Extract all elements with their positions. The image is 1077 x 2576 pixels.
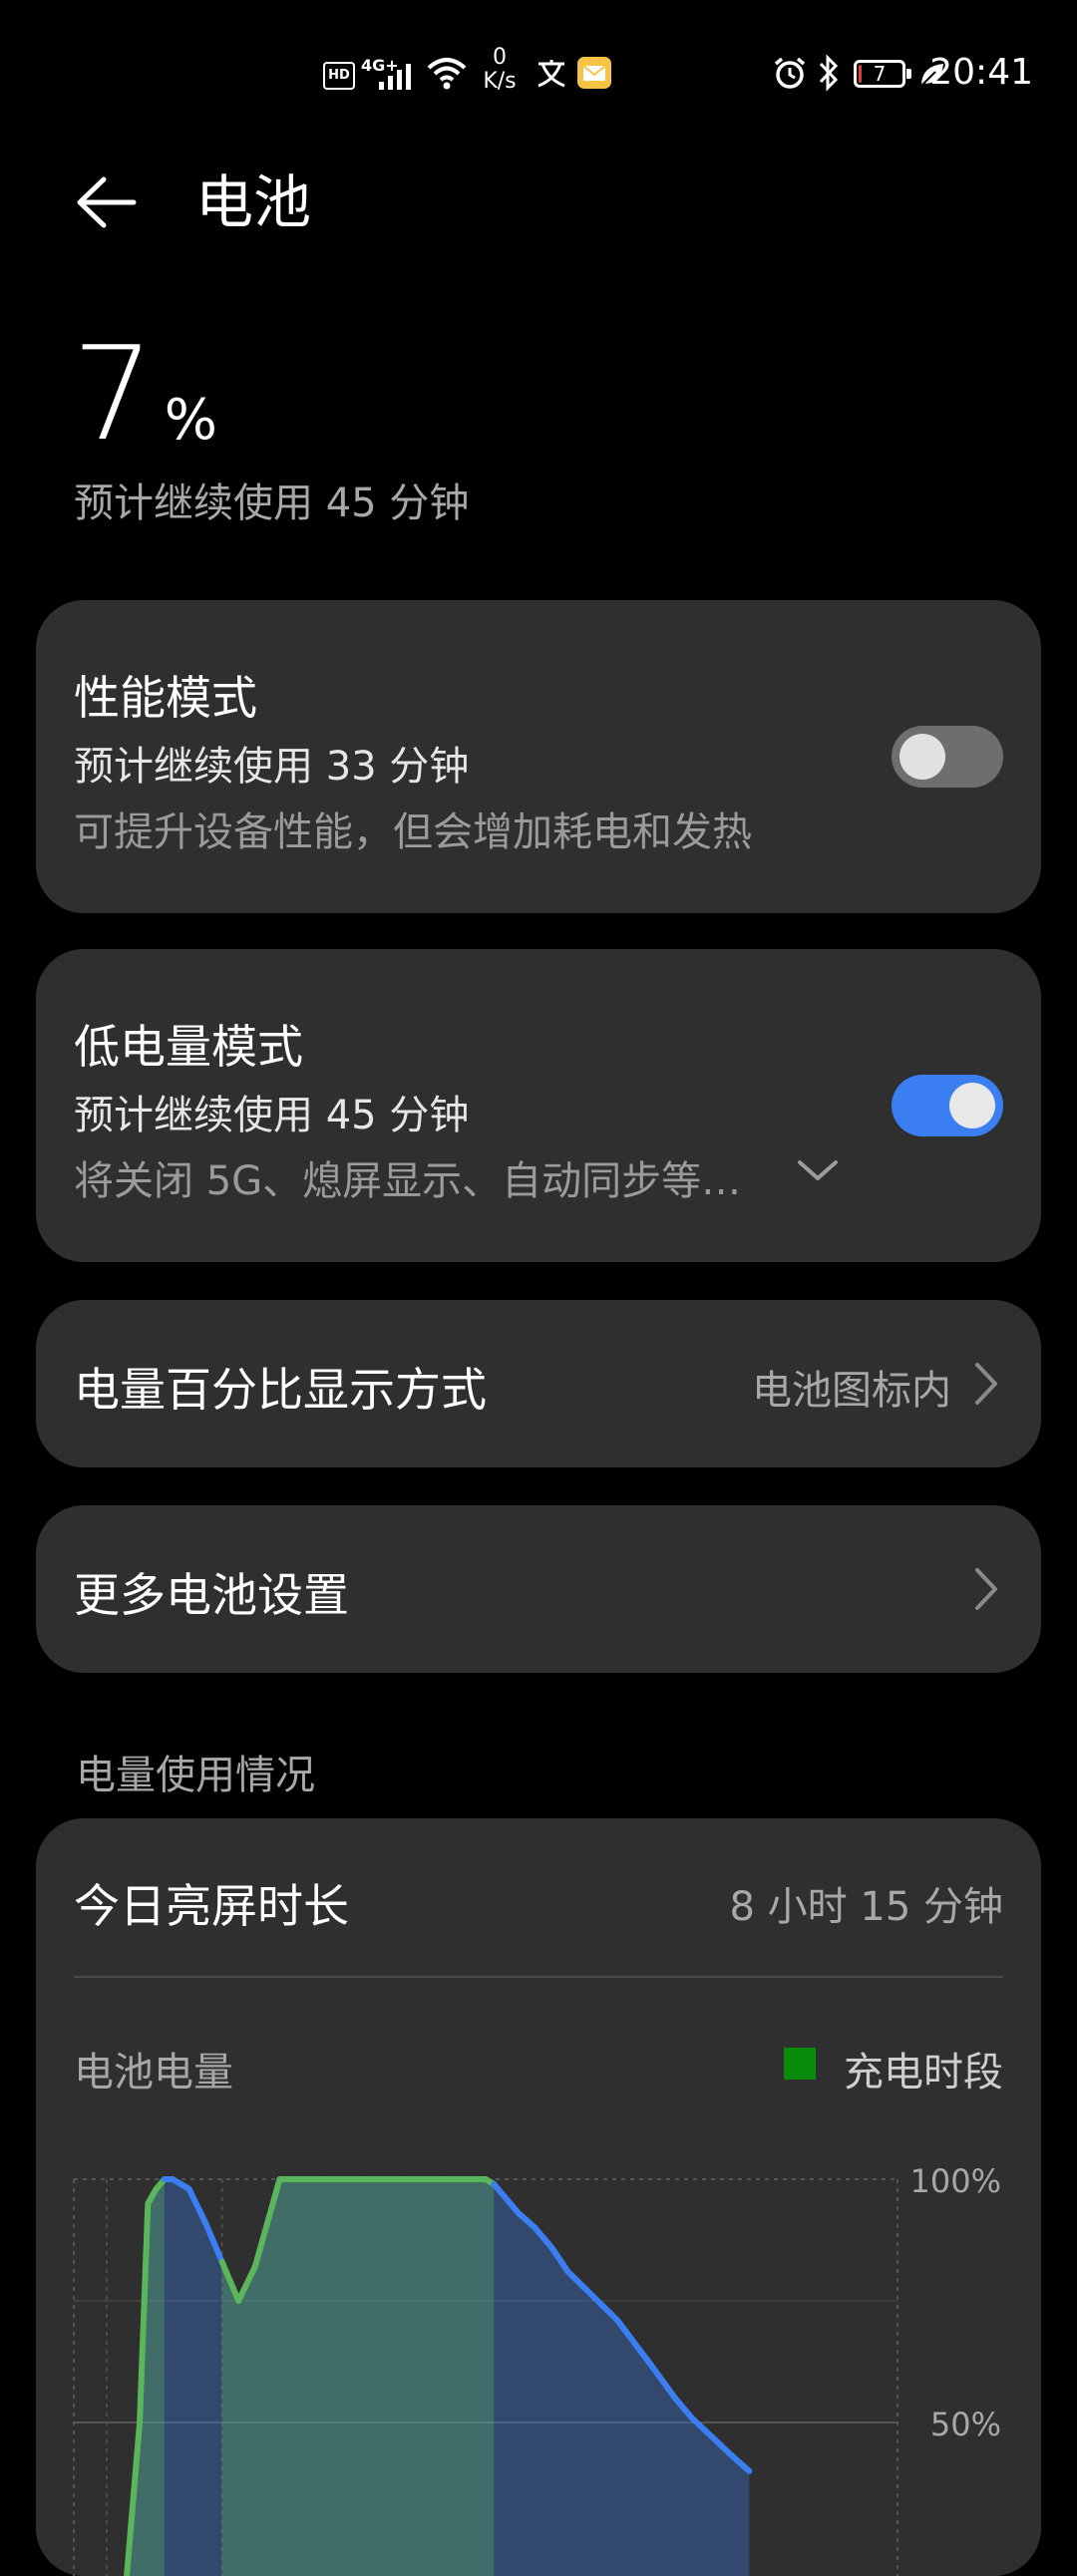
battery-level-chart: 100% 50% <box>73 2162 1001 2576</box>
battery-level-label: 电池电量 <box>74 2050 233 2095</box>
y-tick-label: 50% <box>930 2406 1001 2443</box>
screen-time-value: 8 小时 15 分钟 <box>729 1884 1004 1930</box>
y-tick-label: 100% <box>910 2162 1001 2200</box>
mail-icon <box>577 57 611 89</box>
alarm-icon <box>774 57 806 89</box>
chevron-right-icon <box>975 1568 997 1610</box>
net-speed: 0 K/s <box>477 46 523 94</box>
battery-level: 7 <box>873 62 887 86</box>
performance-mode-card[interactable]: 性能模式 预计继续使用 33 分钟 可提升设备性能，但会增加耗电和发热 <box>36 600 1041 913</box>
more-battery-settings-row[interactable]: 更多电池设置 <box>36 1505 1041 1673</box>
charging-legend-swatch <box>784 2048 816 2080</box>
percentage-display-row[interactable]: 电量百分比显示方式 电池图标内 <box>36 1300 1041 1467</box>
charging-legend-label: 充电时段 <box>844 2050 1003 2095</box>
performance-mode-description: 可提升设备性能，但会增加耗电和发热 <box>74 809 752 855</box>
performance-mode-toggle[interactable] <box>892 726 1003 788</box>
translate-icon <box>538 60 565 88</box>
charging-area-0 <box>107 2179 165 2576</box>
chevron-right-icon <box>975 1363 997 1405</box>
battery-icon: 7 <box>854 60 911 88</box>
wifi-icon <box>427 58 467 90</box>
battery-usage-card: 今日亮屏时长 8 小时 15 分钟 电池电量 充电时段 100% 50% <box>36 1818 1041 2576</box>
signal-icon <box>379 64 411 90</box>
bluetooth-icon <box>819 54 839 92</box>
more-battery-settings-title: 更多电池设置 <box>74 1568 349 1622</box>
performance-mode-estimate: 预计继续使用 33 分钟 <box>74 744 470 790</box>
chevron-down-icon[interactable] <box>796 1148 840 1192</box>
usage-section-label: 电量使用情况 <box>76 1753 315 1798</box>
low-power-mode-estimate: 预计继续使用 45 分钟 <box>74 1093 470 1138</box>
clock: 20:41 <box>929 52 1033 93</box>
low-power-mode-title: 低电量模式 <box>74 1020 303 1074</box>
page-title: 电池 <box>195 168 312 236</box>
percentage-display-value: 电池图标内 <box>752 1368 951 1414</box>
battery-percent-value: 7 <box>72 318 155 470</box>
battery-percent-sign: % <box>164 388 217 453</box>
performance-mode-title: 性能模式 <box>74 671 257 725</box>
toggle-knob <box>899 734 945 780</box>
percentage-display-title: 电量百分比显示方式 <box>74 1363 487 1417</box>
status-bar: HD 4G+ 0 K/s 7 20:41 <box>0 0 1077 150</box>
battery-percent: 7% <box>72 329 217 459</box>
battery-estimate: 预计继续使用 45 分钟 <box>74 481 470 526</box>
low-power-mode-description: 将关闭 5G、熄屏显示、自动同步等… <box>74 1158 742 1204</box>
divider <box>74 1976 1003 1978</box>
toggle-knob <box>949 1083 995 1128</box>
back-arrow-icon[interactable] <box>72 167 142 237</box>
hd-icon: HD <box>323 62 355 90</box>
low-power-mode-toggle[interactable] <box>892 1075 1003 1136</box>
net-speed-value: 0 <box>493 45 507 70</box>
low-power-mode-card[interactable]: 低电量模式 预计继续使用 45 分钟 将关闭 5G、熄屏显示、自动同步等… <box>36 949 1041 1262</box>
screen-time-label: 今日亮屏时长 <box>74 1879 349 1933</box>
net-speed-unit: K/s <box>483 69 517 94</box>
